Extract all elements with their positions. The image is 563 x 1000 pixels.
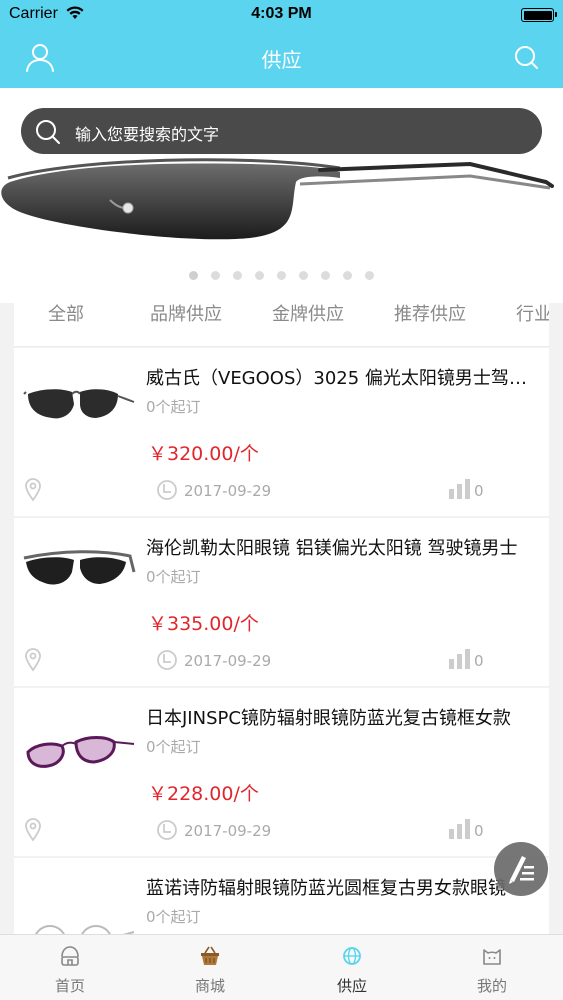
product-name: 威古氏（VEGOOS）3025 偏光太阳镜男士驾驶镜	[146, 368, 542, 389]
product-image	[23, 389, 135, 419]
shopping-basket-icon	[201, 946, 219, 965]
carousel-dot[interactable]	[299, 271, 308, 280]
location-pin-icon	[25, 648, 41, 672]
tab-supply-label: 供应	[336, 977, 367, 995]
tab-recommended-supply[interactable]: 推荐供应	[394, 303, 466, 346]
product-image	[23, 550, 136, 585]
edit-fab-button[interactable]	[494, 842, 548, 896]
globe-icon	[343, 947, 361, 965]
search-icon	[36, 120, 60, 144]
product-moq: 0个起订	[146, 908, 201, 926]
clock-icon	[157, 820, 177, 840]
tab-home-label: 首页	[54, 977, 85, 995]
carousel-dot[interactable]	[277, 271, 286, 280]
list-item[interactable]: 海伦凯勒太阳眼镜 铝镁偏光太阳镜 驾驶镜男士 0个起订 ￥335.00/个 20…	[14, 518, 549, 686]
banner-carousel[interactable]: 输入您要搜索的文字	[0, 88, 563, 303]
view-count: 0	[474, 482, 484, 500]
product-moq: 0个起订	[146, 738, 201, 756]
views-bar-icon	[449, 819, 470, 839]
location-pin-icon	[25, 818, 41, 842]
tab-supply[interactable]: 供应	[312, 935, 392, 1000]
product-price: ￥228.00/个	[148, 783, 259, 805]
clock-icon	[157, 480, 177, 500]
product-name: 海伦凯勒太阳眼镜 铝镁偏光太阳镜 驾驶镜男士	[146, 538, 518, 559]
tab-mall-label: 商城	[194, 977, 225, 995]
bottom-tab-bar: 首页 商城 供应 我的	[0, 934, 563, 1000]
page-title: 供应	[261, 48, 302, 72]
tab-mine[interactable]: 我的	[452, 935, 532, 1000]
product-name: 蓝诺诗防辐射眼镜防蓝光圆框复古男女款眼镜	[146, 878, 506, 899]
product-list: 威古氏（VEGOOS）3025 偏光太阳镜男士驾驶镜 0个起订 ￥320.00/…	[14, 348, 549, 1000]
product-moq: 0个起订	[146, 568, 201, 586]
home-icon	[61, 946, 79, 966]
banner-sunglasses-image	[1, 158, 554, 240]
product-date: 2017-09-29	[184, 822, 272, 840]
list-item[interactable]: 日本JINSPC镜防辐射眼镜防蓝光复古镜框女款 0个起订 ￥228.00/个 2…	[14, 688, 549, 856]
status-bar: Carrier 4:03 PM	[0, 0, 563, 30]
tab-gold-supply[interactable]: 金牌供应	[272, 303, 344, 346]
product-price: ￥320.00/个	[148, 443, 259, 465]
tab-mine-label: 我的	[476, 977, 507, 995]
screen: Carrier 4:03 PM 供应 输入您要搜索的文字 全部 品牌供应 金牌供…	[0, 0, 563, 1000]
view-count: 0	[474, 822, 484, 840]
product-moq: 0个起订	[146, 398, 201, 416]
carousel-dot[interactable]	[189, 271, 198, 280]
list-item[interactable]: 威古氏（VEGOOS）3025 偏光太阳镜男士驾驶镜 0个起订 ￥320.00/…	[14, 348, 549, 516]
carousel-dot[interactable]	[321, 271, 330, 280]
product-date: 2017-09-29	[184, 652, 272, 670]
location-pin-icon	[25, 478, 41, 502]
tab-industry[interactable]: 行业	[516, 303, 549, 346]
clock-time: 4:03 PM	[251, 5, 312, 22]
category-tabs: 全部 品牌供应 金牌供应 推荐供应 行业	[14, 303, 549, 347]
tab-home[interactable]: 首页	[30, 935, 110, 1000]
product-name: 日本JINSPC镜防辐射眼镜防蓝光复古镜框女款	[146, 708, 511, 729]
views-bar-icon	[449, 649, 470, 669]
carousel-dot[interactable]	[233, 271, 242, 280]
search-bar[interactable]: 输入您要搜索的文字	[21, 108, 542, 154]
tab-mall[interactable]: 商城	[170, 935, 250, 1000]
product-image	[26, 736, 135, 768]
product-price: ￥335.00/个	[148, 613, 259, 635]
views-bar-icon	[449, 479, 470, 499]
view-count: 0	[474, 652, 484, 670]
search-icon[interactable]	[511, 42, 543, 74]
carousel-dot[interactable]	[365, 271, 374, 280]
carousel-dot[interactable]	[255, 271, 264, 280]
product-date: 2017-09-29	[184, 482, 272, 500]
carousel-dot[interactable]	[211, 271, 220, 280]
cat-face-icon	[483, 949, 501, 965]
carousel-page-indicator	[0, 271, 563, 280]
search-input[interactable]: 输入您要搜索的文字	[75, 121, 219, 145]
tab-all[interactable]: 全部	[48, 303, 84, 346]
carousel-dot[interactable]	[343, 271, 352, 280]
battery-icon	[521, 8, 557, 22]
clock-icon	[157, 650, 177, 670]
nav-bar: 供应	[0, 30, 563, 88]
edit-icon	[509, 856, 534, 884]
tab-brand-supply[interactable]: 品牌供应	[150, 303, 222, 346]
